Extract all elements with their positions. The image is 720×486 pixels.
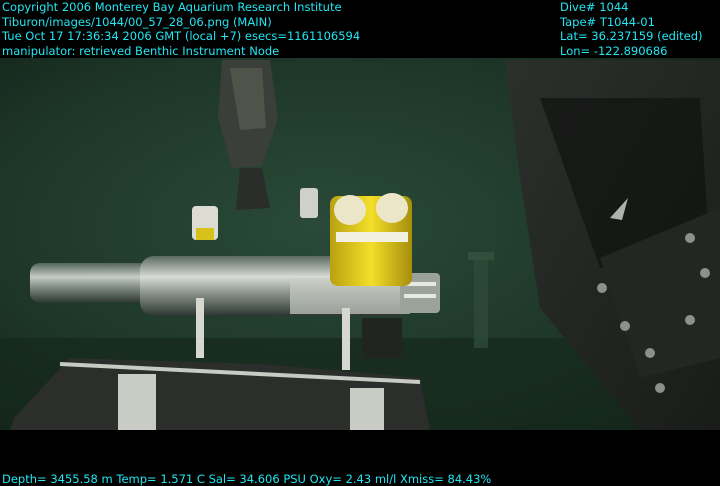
copyright-text: Copyright 2006 Monterey Bay Aquarium Res… — [2, 0, 342, 14]
manipulator-text: manipulator: retrieved Benthic Instrumen… — [2, 43, 280, 58]
tape-number-text: Tape# T1044-01 — [560, 14, 655, 29]
timestamp-text: Tue Oct 17 17:36:34 2006 GMT (local +7) … — [2, 29, 361, 43]
dive-number-text: Dive# 1044 — [560, 0, 629, 14]
sensor-readout: Depth= 3455.58 m Temp= 1.571 C Sal= 34.6… — [2, 472, 492, 486]
overlay-top-right: Dive# 1044 Tape# T1044-01 Lat= 36.237159… — [560, 0, 703, 58]
video-frame: Copyright 2006 Monterey Bay Aquarium Res… — [0, 0, 720, 486]
underwater-scene — [0, 58, 720, 430]
image-path-text: Tiburon/images/1044/00_57_28_06.png (MAI… — [2, 14, 272, 29]
latitude-text: Lat= 36.237159 (edited) — [560, 29, 703, 43]
overlay-top-left: Copyright 2006 Monterey Bay Aquarium Res… — [2, 0, 360, 58]
longitude-text: Lon= -122.890686 — [560, 43, 668, 58]
